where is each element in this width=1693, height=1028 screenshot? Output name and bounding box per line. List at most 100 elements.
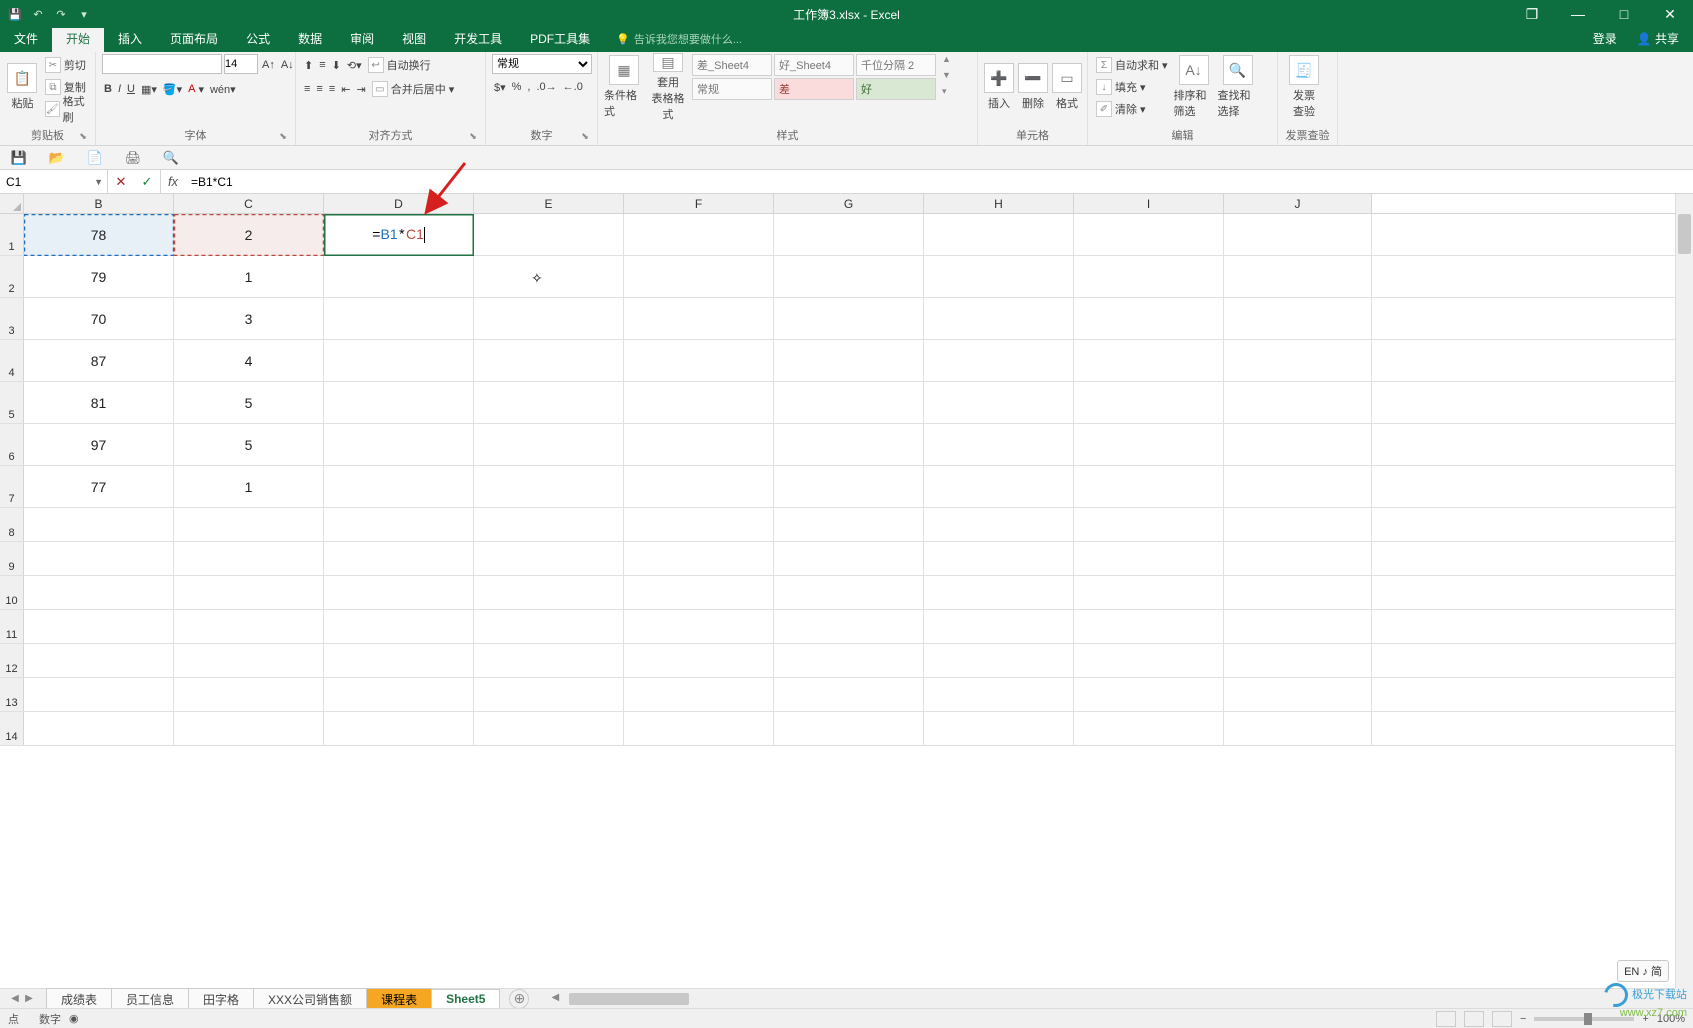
cell-H5[interactable] — [924, 382, 1074, 423]
cell-I12[interactable] — [1074, 644, 1224, 677]
cell-C5[interactable]: 5 — [174, 382, 324, 423]
cell-G3[interactable] — [774, 298, 924, 339]
sheet-tab-4[interactable]: 课程表 — [366, 988, 432, 1010]
cell-H14[interactable] — [924, 712, 1074, 745]
font-launcher[interactable]: ⬊ — [277, 131, 289, 143]
cell-F8[interactable] — [624, 508, 774, 541]
autosum-button[interactable]: Σ自动求和▾ — [1094, 54, 1170, 76]
dec-decimal-icon[interactable]: ←.0 — [561, 76, 585, 98]
macro-record-icon[interactable]: ◉ — [69, 1012, 79, 1025]
tab-dev[interactable]: 开发工具 — [440, 26, 516, 52]
cell-E1[interactable] — [474, 214, 624, 255]
tell-me[interactable]: 💡 告诉我您想要做什么... — [616, 31, 742, 52]
vertical-scrollbar[interactable] — [1675, 194, 1693, 988]
cell-F4[interactable] — [624, 340, 774, 381]
col-head-H[interactable]: H — [924, 194, 1074, 213]
cell-D11[interactable] — [324, 610, 474, 643]
cell-G7[interactable] — [774, 466, 924, 507]
cell-H9[interactable] — [924, 542, 1074, 575]
cell-I14[interactable] — [1074, 712, 1224, 745]
login-button[interactable]: 登录 — [1583, 26, 1627, 52]
cell-E2[interactable] — [474, 256, 624, 297]
style-normal[interactable]: 常规 — [692, 78, 772, 100]
sheet-tab-0[interactable]: 成绩表 — [46, 988, 112, 1010]
view-layout-icon[interactable] — [1464, 1011, 1484, 1027]
col-head-D[interactable]: D — [324, 194, 474, 213]
view-normal-icon[interactable] — [1436, 1011, 1456, 1027]
cell-H13[interactable] — [924, 678, 1074, 711]
cell-B10[interactable] — [24, 576, 174, 609]
orientation-icon[interactable]: ⟲▾ — [345, 54, 364, 76]
cell-B8[interactable] — [24, 508, 174, 541]
style-bad-sheet4[interactable]: 差_Sheet4 — [692, 54, 772, 76]
fill-button[interactable]: ↓填充▾ — [1094, 76, 1170, 98]
qat-open-icon[interactable]: 📂 — [48, 149, 66, 167]
cell-B1[interactable]: 78 — [24, 214, 174, 255]
zoom-out-button[interactable]: − — [1520, 1013, 1526, 1025]
cell-J2[interactable] — [1224, 256, 1372, 297]
cell-E11[interactable] — [474, 610, 624, 643]
phonetic-button[interactable]: wén▾ — [208, 78, 238, 100]
cell-I10[interactable] — [1074, 576, 1224, 609]
cell-C10[interactable] — [174, 576, 324, 609]
col-head-E[interactable]: E — [474, 194, 624, 213]
cell-I2[interactable] — [1074, 256, 1224, 297]
border-button[interactable]: ▦▾ — [139, 78, 159, 100]
fx-button[interactable]: fx — [161, 170, 185, 193]
cut-button[interactable]: ✂剪切 — [43, 54, 89, 76]
cell-B5[interactable]: 81 — [24, 382, 174, 423]
cell-J10[interactable] — [1224, 576, 1372, 609]
style-good[interactable]: 好 — [856, 78, 936, 100]
cell-C9[interactable] — [174, 542, 324, 575]
minimize-button[interactable]: — — [1555, 0, 1601, 28]
format-cell-button[interactable]: ▭格式 — [1052, 54, 1082, 120]
cell-J6[interactable] — [1224, 424, 1372, 465]
style-thousand[interactable]: 千位分隔 2 — [856, 54, 936, 76]
maximize-button[interactable]: □ — [1601, 0, 1647, 28]
styles-up-icon[interactable]: ▲ — [942, 54, 951, 64]
cell-B4[interactable]: 87 — [24, 340, 174, 381]
cell-B3[interactable]: 70 — [24, 298, 174, 339]
cell-I4[interactable] — [1074, 340, 1224, 381]
cell-C3[interactable]: 3 — [174, 298, 324, 339]
alignment-launcher[interactable]: ⬊ — [467, 131, 479, 143]
font-size-input[interactable] — [224, 54, 258, 74]
cell-G13[interactable] — [774, 678, 924, 711]
row-head-11[interactable]: 11 — [0, 610, 24, 643]
cell-J1[interactable] — [1224, 214, 1372, 255]
cell-H10[interactable] — [924, 576, 1074, 609]
horizontal-scrollbar[interactable]: ◀▶ — [569, 992, 1675, 1006]
table-format-button[interactable]: ▤套用 表格格式 — [648, 54, 688, 120]
row-head-12[interactable]: 12 — [0, 644, 24, 677]
qat-undo-icon[interactable]: ↶ — [27, 3, 49, 25]
insert-cell-button[interactable]: ➕插入 — [984, 54, 1014, 120]
cell-G11[interactable] — [774, 610, 924, 643]
cell-D6[interactable] — [324, 424, 474, 465]
align-center-icon[interactable]: ≡ — [314, 78, 324, 100]
cell-F11[interactable] — [624, 610, 774, 643]
qat-custom-dropdown[interactable]: ▾ — [73, 3, 95, 25]
share-button[interactable]: 👤 共享 — [1627, 26, 1689, 52]
qat-save-icon[interactable]: 💾 — [4, 3, 26, 25]
cell-J13[interactable] — [1224, 678, 1372, 711]
cell-E7[interactable] — [474, 466, 624, 507]
cell-E4[interactable] — [474, 340, 624, 381]
find-select-button[interactable]: 🔍查找和选择 — [1218, 54, 1258, 120]
styles-down-icon[interactable]: ▼ — [942, 70, 951, 80]
cell-J3[interactable] — [1224, 298, 1372, 339]
cell-F12[interactable] — [624, 644, 774, 677]
align-right-icon[interactable]: ≡ — [327, 78, 337, 100]
cell-H11[interactable] — [924, 610, 1074, 643]
cell-F5[interactable] — [624, 382, 774, 423]
row-head-9[interactable]: 9 — [0, 542, 24, 575]
cell-D2[interactable] — [324, 256, 474, 297]
align-bottom-icon[interactable]: ⬇ — [330, 54, 343, 76]
cell-E14[interactable] — [474, 712, 624, 745]
cell-D5[interactable] — [324, 382, 474, 423]
styles-more-icon[interactable]: ▾ — [942, 86, 951, 97]
cell-B12[interactable] — [24, 644, 174, 677]
col-head-G[interactable]: G — [774, 194, 924, 213]
cell-G10[interactable] — [774, 576, 924, 609]
cell-I8[interactable] — [1074, 508, 1224, 541]
increase-font-icon[interactable]: A↑ — [260, 54, 277, 76]
